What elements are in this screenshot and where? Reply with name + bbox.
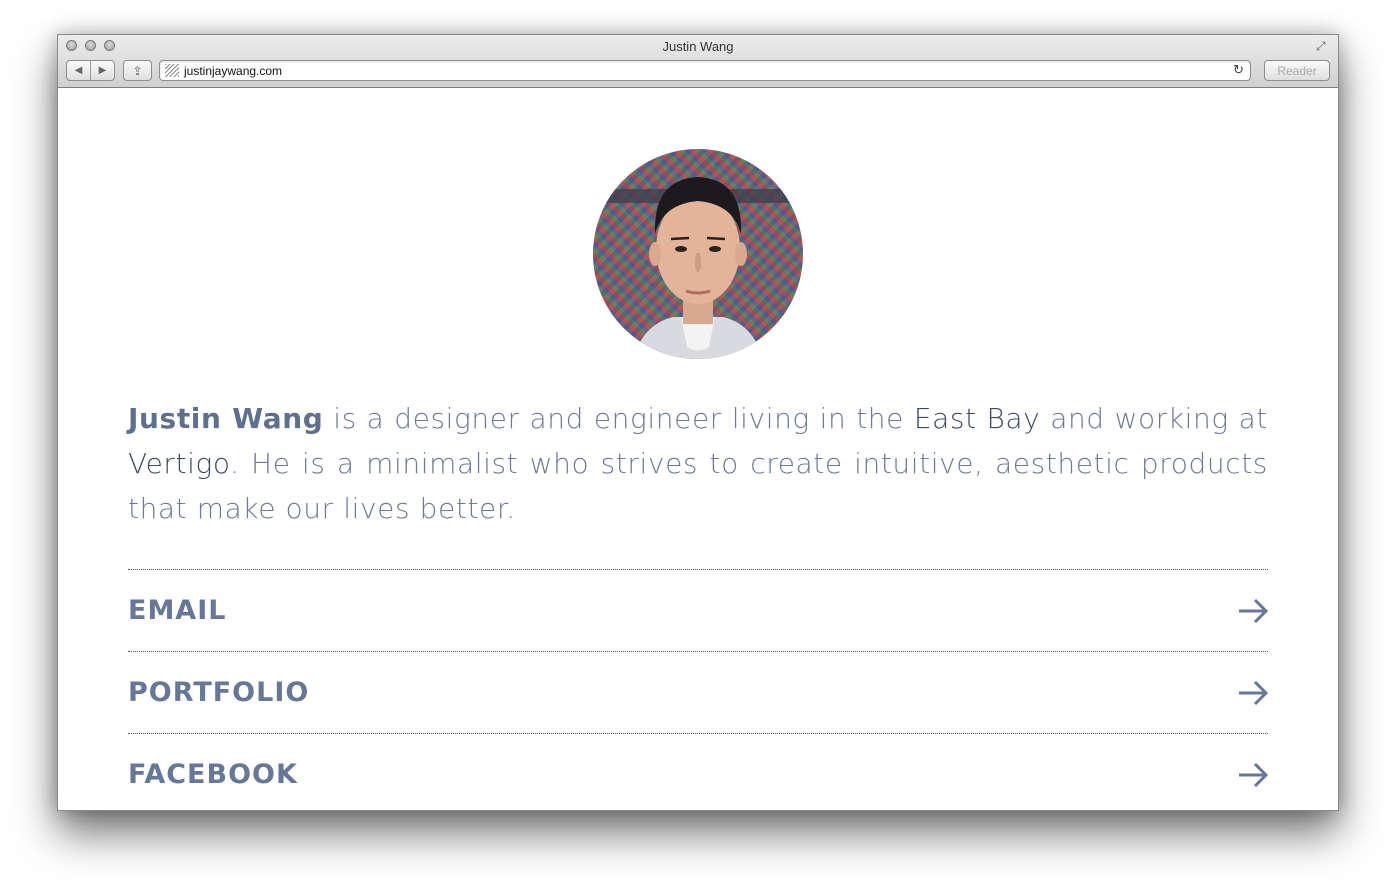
facebook-link-label: FACEBOOK — [128, 759, 298, 790]
browser-window: Justin Wang ⤢ ◀ ▶ ⇪ justinjaywang.com ↻ … — [57, 34, 1339, 811]
reload-icon[interactable]: ↻ — [1233, 63, 1244, 78]
bio-text-3: . He is a minimalist who strives to crea… — [128, 447, 1268, 525]
avatar-photo — [593, 177, 803, 359]
title-bar: Justin Wang ⤢ ◀ ▶ ⇪ justinjaywang.com ↻ … — [58, 35, 1338, 88]
email-link[interactable]: EMAIL — [128, 569, 1268, 651]
facebook-link[interactable]: FACEBOOK — [128, 733, 1268, 810]
url-text[interactable]: justinjaywang.com — [184, 64, 282, 78]
arrow-right-icon — [1239, 680, 1268, 705]
window-title: Justin Wang — [662, 39, 734, 54]
arrow-right-icon — [1239, 598, 1268, 623]
share-button[interactable]: ⇪ — [123, 60, 152, 81]
bio-place-east-bay: East Bay — [913, 402, 1041, 435]
portfolio-link[interactable]: PORTFOLIO — [128, 651, 1268, 733]
bio-name: Justin Wang — [128, 402, 324, 435]
bio-text-2: and working at — [1040, 402, 1268, 435]
bio-text-1: is a designer and engineer living in the — [323, 402, 914, 435]
fullscreen-icon[interactable]: ⤢ — [1316, 39, 1330, 53]
avatar — [593, 149, 803, 359]
bio-paragraph: Justin Wang is a designer and engineer l… — [128, 396, 1268, 531]
back-forward-buttons: ◀ ▶ — [66, 60, 115, 81]
arrow-right-icon — [1239, 762, 1268, 787]
portfolio-link-label: PORTFOLIO — [128, 677, 310, 708]
links-list: EMAIL PORTFOLIO FACEBOOK — [128, 569, 1268, 810]
favicon-icon — [165, 64, 179, 77]
share-icon: ⇪ — [132, 63, 143, 78]
reader-button[interactable]: Reader — [1264, 60, 1330, 81]
bio-company-vertigo: Vertigo — [128, 447, 231, 480]
forward-icon[interactable]: ▶ — [91, 65, 114, 76]
email-link-label: EMAIL — [128, 595, 227, 626]
page-content: Justin Wang is a designer and engineer l… — [58, 88, 1338, 810]
back-icon[interactable]: ◀ — [67, 65, 90, 76]
address-bar[interactable]: justinjaywang.com ↻ — [159, 60, 1251, 81]
